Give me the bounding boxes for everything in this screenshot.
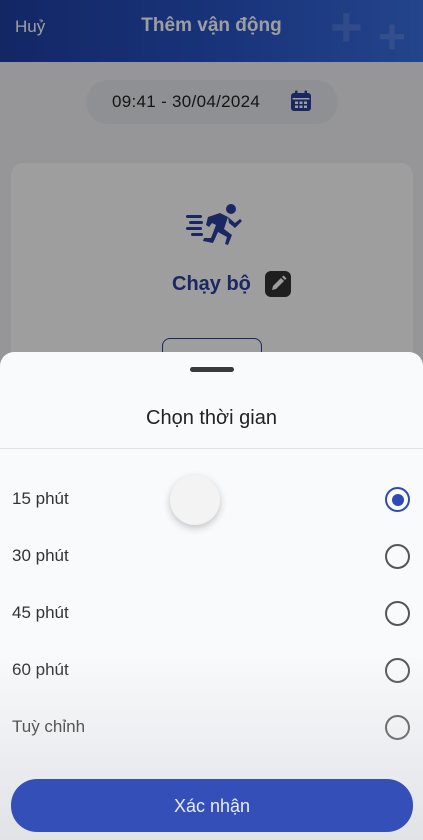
option-label: 15 phút xyxy=(12,489,69,508)
option-label: 30 phút xyxy=(12,546,69,565)
option-label: 60 phút xyxy=(12,660,69,679)
option-30-minutes[interactable]: 30 phút xyxy=(0,533,423,583)
touch-indicator xyxy=(170,475,220,525)
sheet-title: Chọn thời gian xyxy=(146,407,277,429)
drag-handle[interactable] xyxy=(190,367,234,372)
radio-button[interactable] xyxy=(385,658,410,683)
radio-button[interactable] xyxy=(385,544,410,569)
duration-bottom-sheet: Chọn thời gian 15 phút 30 phút 45 phút 6… xyxy=(0,352,423,840)
option-label: Tuỳ chỉnh xyxy=(12,717,86,736)
option-label: 45 phút xyxy=(12,603,69,622)
divider xyxy=(0,448,423,449)
radio-button[interactable] xyxy=(385,715,410,740)
radio-button[interactable] xyxy=(385,601,410,626)
confirm-button[interactable]: Xác nhận xyxy=(11,779,413,832)
option-60-minutes[interactable]: 60 phút xyxy=(0,647,423,697)
option-custom[interactable]: Tuỳ chỉnh xyxy=(0,704,423,754)
option-45-minutes[interactable]: 45 phút xyxy=(0,590,423,640)
radio-button-selected[interactable] xyxy=(385,487,410,512)
